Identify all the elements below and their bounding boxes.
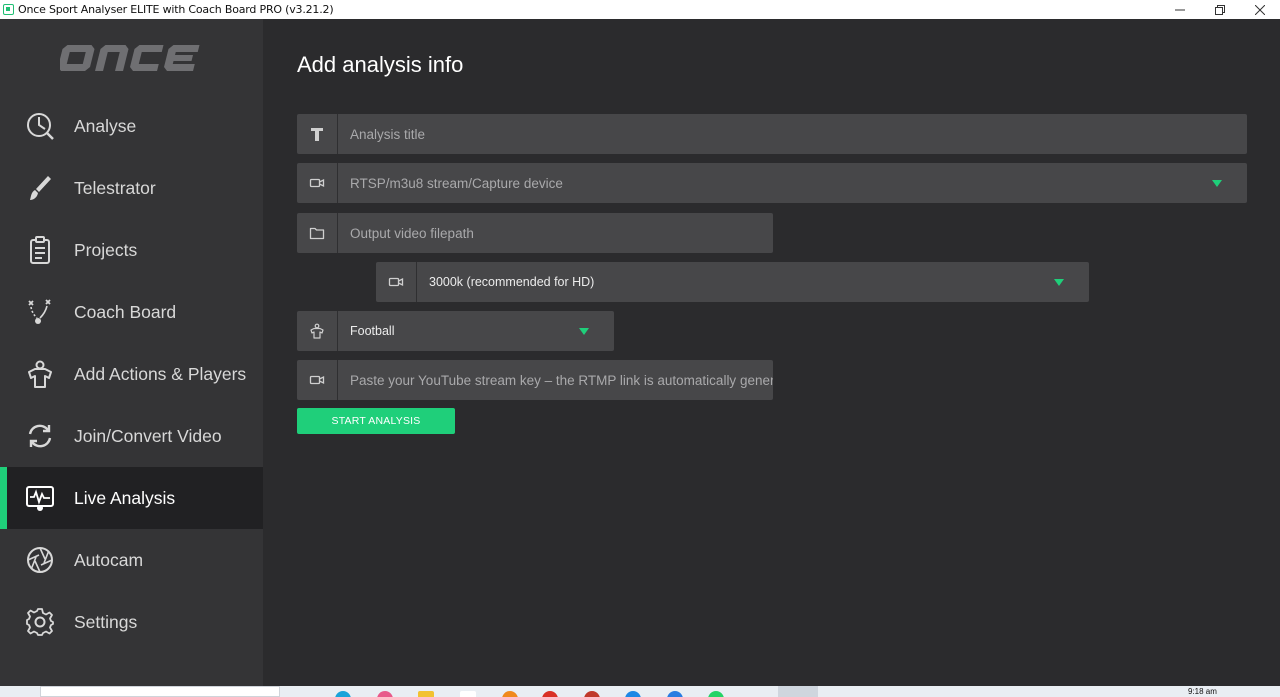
app-icon xyxy=(3,4,14,15)
bitrate-select[interactable]: 3000k (recommended for HD) xyxy=(376,262,1089,302)
sidebar-item-join-convert-video[interactable]: Join/Convert Video xyxy=(0,405,263,467)
camera-icon xyxy=(376,262,417,302)
window-title: Once Sport Analyser ELITE with Coach Boa… xyxy=(18,3,334,16)
sidebar-item-autocam[interactable]: Autocam xyxy=(0,529,263,591)
restore-icon xyxy=(1215,4,1225,15)
window-controls xyxy=(1160,0,1280,19)
close-button[interactable] xyxy=(1240,0,1280,19)
camera-icon xyxy=(297,163,338,203)
sidebar-item-label: Projects xyxy=(74,240,138,260)
analysis-title-input[interactable]: Analysis title xyxy=(297,114,1247,154)
stream-source-placeholder: RTSP/m3u8 stream/Capture device xyxy=(350,175,563,191)
sidebar-item-settings[interactable]: Settings xyxy=(0,591,263,653)
sidebar-item-label: Telestrator xyxy=(74,178,156,198)
output-filepath-input[interactable]: Output video filepath xyxy=(297,213,773,253)
start-analysis-button[interactable]: START ANALYSIS xyxy=(297,408,455,434)
close-icon xyxy=(1255,4,1265,15)
stream-key-placeholder: Paste your YouTube stream key – the RTMP… xyxy=(350,372,773,388)
taskbar-app-icon[interactable] xyxy=(708,691,724,697)
folder-icon xyxy=(297,213,338,253)
gear-icon xyxy=(25,607,55,637)
chevron-down-icon[interactable] xyxy=(1054,278,1064,286)
taskbar-app-icon[interactable] xyxy=(625,691,641,697)
tactics-icon xyxy=(25,297,55,327)
sidebar: Analyse Telestrator Projects Coach Board… xyxy=(0,19,263,686)
taskbar-app-icon[interactable] xyxy=(584,691,600,697)
player-shirt-icon xyxy=(25,359,55,389)
aperture-icon xyxy=(25,545,55,575)
taskbar-app-icon[interactable] xyxy=(502,691,518,697)
taskbar-app-icon[interactable] xyxy=(542,691,558,697)
sidebar-item-projects[interactable]: Projects xyxy=(0,219,263,281)
sidebar-item-label: Join/Convert Video xyxy=(74,426,222,446)
camera-icon xyxy=(297,360,338,400)
os-taskbar: 9:18 am xyxy=(0,686,1280,697)
youtube-stream-key-input[interactable]: Paste your YouTube stream key – the RTMP… xyxy=(297,360,773,400)
minimize-icon xyxy=(1175,9,1185,10)
analysis-title-placeholder: Analysis title xyxy=(350,126,426,142)
page-title: Add analysis info xyxy=(297,52,464,77)
text-icon xyxy=(297,114,338,154)
sport-select[interactable]: Football xyxy=(297,311,614,351)
output-filepath-placeholder: Output video filepath xyxy=(350,225,474,241)
sidebar-item-label: Analyse xyxy=(74,116,137,136)
sidebar-item-analyse[interactable]: Analyse xyxy=(0,95,263,157)
taskbar-search[interactable] xyxy=(40,686,280,697)
chevron-down-icon[interactable] xyxy=(579,327,589,335)
taskbar-app-icon[interactable] xyxy=(460,691,476,697)
sidebar-item-label: Live Analysis xyxy=(74,488,176,508)
sync-icon xyxy=(25,421,55,451)
window-titlebar: Once Sport Analyser ELITE with Coach Boa… xyxy=(0,0,1280,19)
analyse-icon xyxy=(25,111,55,141)
sidebar-item-coach-board[interactable]: Coach Board xyxy=(0,281,263,343)
sidebar-item-live-analysis[interactable]: Live Analysis xyxy=(0,467,263,529)
bitrate-value: 3000k (recommended for HD) xyxy=(429,275,595,289)
taskbar-clock: 9:18 am xyxy=(1188,687,1217,696)
shirt-icon xyxy=(297,311,338,351)
sidebar-item-label: Autocam xyxy=(74,550,144,570)
chevron-down-icon[interactable] xyxy=(1212,179,1222,187)
clipboard-icon xyxy=(25,235,55,265)
minimize-button[interactable] xyxy=(1160,0,1200,19)
sidebar-item-label: Add Actions & Players xyxy=(74,364,247,384)
sidebar-item-telestrator[interactable]: Telestrator xyxy=(0,157,263,219)
taskbar-folder-icon[interactable] xyxy=(418,691,434,697)
sidebar-item-label: Coach Board xyxy=(74,302,177,322)
main-panel: Add analysis info Analysis title RTSP/m3… xyxy=(263,19,1280,686)
sidebar-item-add-actions-players[interactable]: Add Actions & Players xyxy=(0,343,263,405)
brush-icon xyxy=(25,173,55,203)
taskbar-app-icon[interactable] xyxy=(667,691,683,697)
live-monitor-icon xyxy=(25,483,55,513)
sidebar-item-label: Settings xyxy=(74,612,138,632)
sport-value: Football xyxy=(350,324,395,338)
restore-button[interactable] xyxy=(1200,0,1240,19)
taskbar-app-icon[interactable] xyxy=(377,691,393,697)
taskbar-active-app[interactable] xyxy=(778,686,818,697)
stream-source-select[interactable]: RTSP/m3u8 stream/Capture device xyxy=(297,163,1247,203)
once-logo xyxy=(60,45,200,71)
taskbar-app-icon[interactable] xyxy=(335,691,351,697)
